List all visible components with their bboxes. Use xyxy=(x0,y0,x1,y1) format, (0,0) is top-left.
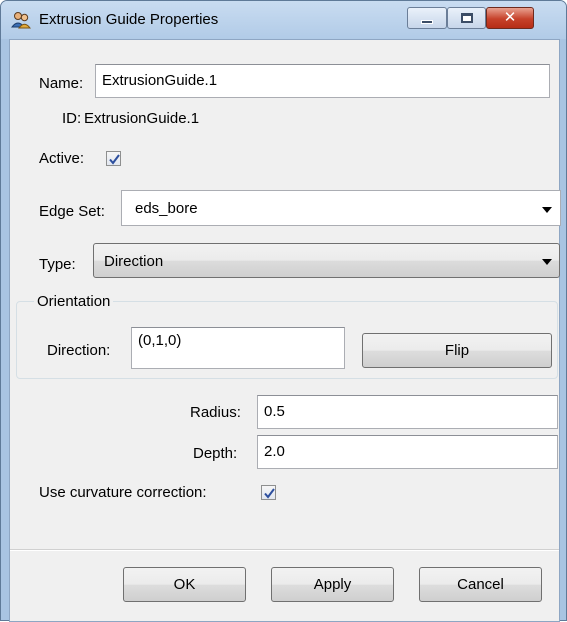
radius-label: Radius: xyxy=(190,404,241,421)
orientation-group-label: Orientation xyxy=(34,293,114,310)
active-checkbox[interactable] xyxy=(106,151,121,166)
minimize-button[interactable] xyxy=(407,7,447,29)
close-button[interactable]: ✕ xyxy=(486,7,534,29)
title-bar[interactable]: Extrusion Guide Properties ✕ xyxy=(1,1,566,39)
direction-input[interactable]: (0,1,0) xyxy=(131,327,345,369)
name-input[interactable]: ExtrusionGuide.1 xyxy=(95,64,550,98)
direction-label: Direction: xyxy=(47,342,111,359)
apply-button[interactable]: Apply xyxy=(271,567,394,602)
footer-divider-highlight xyxy=(10,550,559,551)
curvature-checkbox[interactable] xyxy=(261,485,276,500)
checkmark-icon xyxy=(264,488,275,499)
edge-set-label: Edge Set: xyxy=(39,203,105,220)
depth-input[interactable]: 2.0 xyxy=(257,435,558,469)
window-title: Extrusion Guide Properties xyxy=(39,11,219,28)
type-combo[interactable]: Direction xyxy=(93,243,560,278)
chevron-down-icon xyxy=(542,207,552,213)
type-label: Type: xyxy=(39,256,76,273)
curvature-label: Use curvature correction: xyxy=(39,484,207,501)
ok-button[interactable]: OK xyxy=(123,567,246,602)
maximize-icon xyxy=(461,13,473,23)
name-label: Name: xyxy=(39,75,84,92)
id-label: ID: xyxy=(62,110,82,127)
dialog-window: Extrusion Guide Properties ✕ Name: Extru… xyxy=(0,0,567,622)
cancel-button[interactable]: Cancel xyxy=(419,567,542,602)
type-value: Direction xyxy=(104,253,164,270)
chevron-down-icon xyxy=(542,259,552,265)
id-value: ExtrusionGuide.1 xyxy=(84,110,200,127)
maximize-button[interactable] xyxy=(447,7,486,29)
radius-input[interactable]: 0.5 xyxy=(257,395,558,429)
dialog-body: Name: ExtrusionGuide.1 ID: ExtrusionGuid… xyxy=(9,39,561,622)
checkmark-icon xyxy=(109,154,120,165)
users-icon xyxy=(10,10,31,30)
minimize-icon xyxy=(421,20,433,24)
edge-set-combo[interactable]: eds_bore xyxy=(121,190,561,226)
close-icon: ✕ xyxy=(503,9,517,26)
edge-set-value: eds_bore xyxy=(135,200,198,217)
depth-label: Depth: xyxy=(193,445,238,462)
active-label: Active: xyxy=(39,150,85,167)
flip-button[interactable]: Flip xyxy=(362,333,552,368)
